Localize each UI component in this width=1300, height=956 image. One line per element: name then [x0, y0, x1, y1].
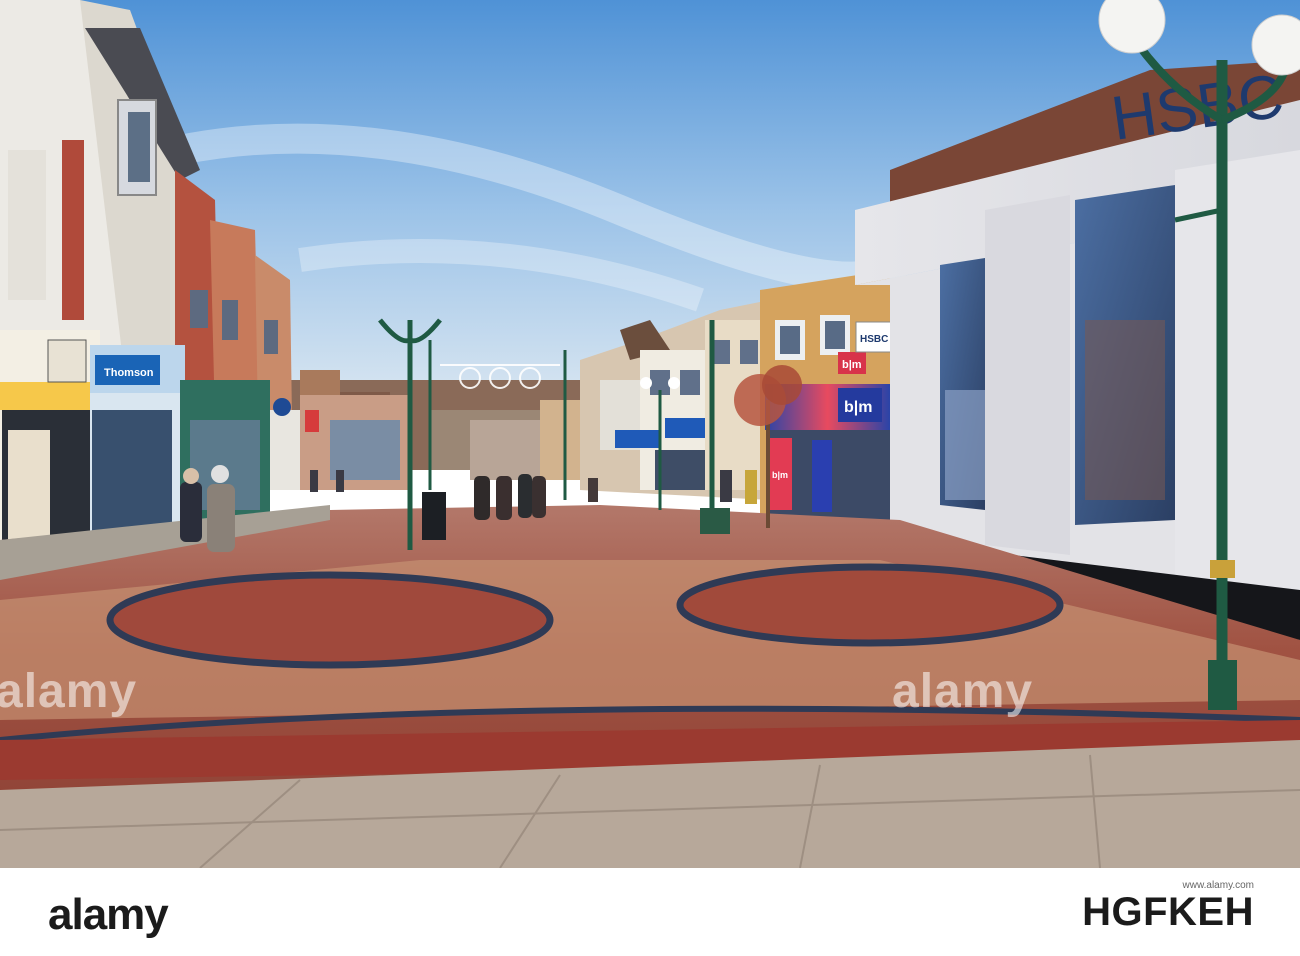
- shopping-street-scene: Thomson b|m b|m b|m HSBC HSBC: [0, 0, 1300, 868]
- svg-text:HSBC: HSBC: [860, 334, 888, 345]
- costa-sign: [47, 339, 87, 383]
- footer-image-id: HGFKEH: [1082, 890, 1254, 934]
- watermark-center: alamy: [892, 665, 1034, 718]
- bench: [700, 508, 730, 534]
- footer-logo: alamy: [48, 890, 169, 939]
- litter-bin: [422, 492, 446, 540]
- thomson-sign: Thomson: [104, 367, 154, 379]
- footer-bar: alamy www.alamy.com HGFKEH: [0, 868, 1300, 956]
- svg-text:b|m: b|m: [844, 399, 872, 416]
- paving-circle-right: [676, 563, 1064, 647]
- blue-round-sign: [273, 398, 291, 416]
- svg-text:b|m: b|m: [842, 359, 862, 371]
- photo-stage: Thomson b|m b|m b|m HSBC HSBC alamy alam…: [0, 0, 1300, 956]
- paving-circle-left: [106, 571, 554, 669]
- watermark-left: alamy: [0, 665, 138, 718]
- svg-text:b|m: b|m: [772, 470, 788, 480]
- street-photo: Thomson b|m b|m b|m HSBC HSBC alamy alam…: [0, 0, 1300, 868]
